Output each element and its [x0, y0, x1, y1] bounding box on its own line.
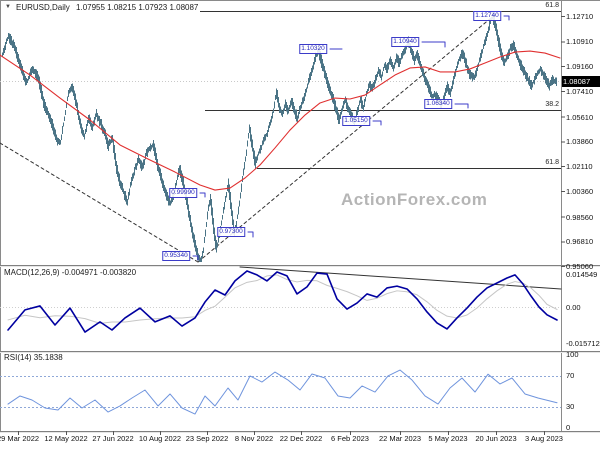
date-tick-label: 22 Mar 2023	[378, 434, 422, 443]
swing-price-label: 1.12740	[473, 11, 501, 21]
price-tick-label: 1.00360	[566, 187, 594, 197]
date-tick-label: 10 Aug 2022	[138, 434, 182, 443]
swing-price-label: 0.95340	[162, 251, 190, 261]
date-tick-label: 20 Jun 2023	[475, 434, 517, 443]
macd-axis-label: 0.00	[566, 303, 581, 312]
rsi-axis-label: 100	[566, 350, 579, 359]
swing-leader-0	[503, 15, 510, 21]
rising-dashed	[197, 12, 498, 263]
price-tick-label: 1.12710	[566, 11, 594, 21]
swing-leader-4	[372, 120, 382, 126]
trading-chart-window: ▼ EURUSD,Daily 1.07955 1.08215 1.07923 1…	[0, 0, 600, 450]
rsi-axis-label: 0	[566, 423, 571, 432]
date-tick-label: 8 Nov 2022	[234, 434, 274, 443]
price-tick-label: 1.03860	[566, 137, 594, 147]
date-tick-label: 23 Sep 2022	[185, 434, 229, 443]
macd-indicator-label: MACD(12,26,9) -0.004971 -0.003820	[4, 268, 137, 277]
rsi-axis-label: 70	[566, 371, 575, 380]
symbol-marker-icon: ▼	[5, 4, 11, 10]
date-tick-label: 6 Feb 2023	[331, 434, 369, 443]
swing-price-label: 1.05150	[342, 116, 370, 126]
swing-price-label: 1.10940	[391, 37, 419, 47]
date-tick-label: 12 May 2022	[44, 434, 88, 443]
current-price-badge: 1.08087	[562, 76, 600, 88]
watermark: ActionForex.com	[341, 190, 488, 209]
ohlc-values: 1.07955 1.08215 1.07923 1.08087	[76, 3, 199, 12]
price-tick-label: 1.02110	[566, 162, 593, 172]
swing-leader-3	[454, 103, 469, 109]
chart-canvas[interactable]	[0, 0, 600, 450]
fib-level-label: 61.8	[545, 2, 559, 9]
macd-main-line	[7, 270, 558, 333]
chart-header: EURUSD,Daily 1.07955 1.08215 1.07923 1.0…	[16, 3, 198, 12]
symbol-timeframe-label: EURUSD,Daily	[16, 3, 70, 12]
fib-level-label: 38.2	[545, 101, 559, 108]
date-tick-label: 27 Jun 2022	[92, 434, 134, 443]
price-tick-label: 1.10910	[566, 37, 594, 47]
date-tick-label: 22 Dec 2022	[279, 434, 323, 443]
swing-price-label: 1.10320	[299, 44, 327, 54]
swing-price-label: 0.97300	[217, 227, 245, 237]
fib-level-label: 61.8	[545, 159, 559, 166]
rsi-line	[7, 369, 558, 415]
price-tick-label: 1.09160	[566, 62, 594, 72]
price-tick-label: 0.98560	[566, 212, 594, 222]
swing-price-label: 1.06340	[424, 99, 452, 109]
rsi-axis-label: 30	[566, 402, 575, 411]
date-tick-label: 5 May 2023	[428, 434, 468, 443]
price-tick-label: 1.05610	[566, 112, 594, 122]
date-tick-label: 3 Aug 2023	[525, 434, 563, 443]
swing-leader-5	[199, 192, 206, 198]
swing-leader-6	[247, 231, 254, 238]
macd-axis-label: -0.015712	[566, 339, 600, 348]
price-tick-label: 1.07410	[566, 87, 594, 97]
date-tick-label: 29 Mar 2022	[0, 434, 40, 443]
swing-leader-1	[421, 41, 446, 48]
macd-axis-label: 0.014549	[566, 270, 598, 279]
swing-price-label: 0.99990	[169, 188, 197, 198]
rsi-indicator-label: RSI(14) 35.1838	[4, 353, 63, 362]
price-tick-label: 0.96810	[566, 237, 594, 247]
